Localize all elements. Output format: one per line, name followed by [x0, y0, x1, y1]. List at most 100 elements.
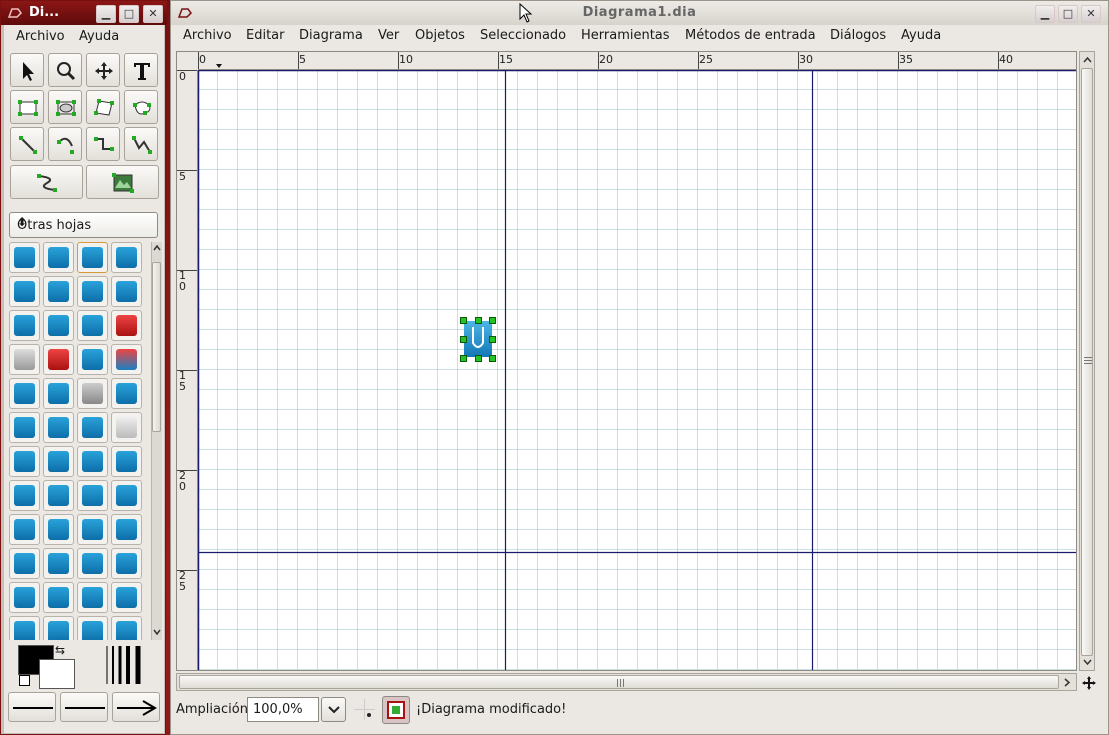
selection-handle[interactable]	[460, 317, 467, 324]
selected-network-shape[interactable]	[464, 321, 492, 357]
arc-tool[interactable]	[48, 127, 82, 161]
menu-dialogos[interactable]: Diálogos	[830, 28, 886, 43]
selection-handle[interactable]	[475, 355, 482, 362]
shape-button[interactable]	[43, 242, 74, 273]
diagram-titlebar[interactable]: Diagrama1.dia ▁ □ ✕	[171, 1, 1108, 25]
menu-editar[interactable]: Editar	[246, 28, 285, 43]
shape-button[interactable]	[9, 344, 40, 375]
shape-button[interactable]	[43, 378, 74, 409]
snap-to-objects-toggle[interactable]	[382, 696, 410, 724]
shape-button[interactable]	[43, 446, 74, 477]
shape-button[interactable]	[43, 412, 74, 443]
chevron-down-icon[interactable]	[1083, 658, 1092, 666]
shape-button[interactable]	[77, 310, 108, 341]
shape-button[interactable]	[9, 310, 40, 341]
shape-button[interactable]	[43, 582, 74, 613]
menu-ver[interactable]: Ver	[378, 28, 399, 43]
shape-button[interactable]	[9, 480, 40, 511]
shape-button[interactable]	[77, 412, 108, 443]
snap-to-grid-toggle[interactable]	[352, 697, 377, 722]
shape-button[interactable]	[77, 378, 108, 409]
shape-button[interactable]	[43, 276, 74, 307]
sheet-selector[interactable]: Otras hojas ⬍	[9, 212, 158, 238]
menu-seleccionado[interactable]: Seleccionado	[480, 28, 566, 43]
menu-archivo[interactable]: Archivo	[183, 28, 232, 43]
image-tool[interactable]	[86, 165, 159, 199]
shape-button[interactable]	[77, 344, 108, 375]
menu-herramientas[interactable]: Herramientas	[581, 28, 670, 43]
line-style-button[interactable]	[60, 692, 108, 722]
toolbox-titlebar[interactable]: Di... ▁ □ ✕	[1, 1, 167, 25]
close-button[interactable]: ✕	[143, 5, 163, 23]
pointer-tool[interactable]	[10, 53, 44, 87]
start-arrow-button[interactable]	[8, 692, 56, 722]
selection-handle[interactable]	[489, 336, 496, 343]
shape-button[interactable]	[9, 548, 40, 579]
swap-colors-icon[interactable]: ⇆	[55, 643, 65, 657]
ellipse-tool[interactable]	[48, 90, 82, 124]
shape-button[interactable]	[9, 616, 40, 640]
shape-button[interactable]	[111, 616, 142, 640]
menu-ayuda[interactable]: Ayuda	[901, 28, 941, 43]
selection-handle[interactable]	[460, 336, 467, 343]
shape-button[interactable]	[9, 446, 40, 477]
shape-button[interactable]	[77, 242, 108, 273]
menu-ayuda[interactable]: Ayuda	[79, 29, 119, 44]
shape-button[interactable]	[43, 616, 74, 640]
reset-colors-icon[interactable]	[19, 675, 30, 686]
shape-button[interactable]	[9, 412, 40, 443]
diagram-canvas[interactable]	[198, 70, 1076, 670]
shape-button[interactable]	[111, 242, 142, 273]
zoom-input[interactable]: 100,0%	[247, 697, 319, 722]
box-tool[interactable]	[10, 90, 44, 124]
selection-handle[interactable]	[489, 317, 496, 324]
shape-button[interactable]	[43, 548, 74, 579]
shape-button[interactable]	[43, 344, 74, 375]
shape-button[interactable]	[77, 276, 108, 307]
close-button[interactable]: ✕	[1081, 5, 1101, 23]
scroll-tool[interactable]	[86, 53, 120, 87]
text-tool[interactable]	[124, 53, 158, 87]
shape-button[interactable]	[9, 276, 40, 307]
chevron-right-icon[interactable]	[1063, 678, 1071, 687]
shape-button[interactable]	[77, 548, 108, 579]
horizontal-scroll-thumb[interactable]	[179, 675, 1059, 689]
maximize-button[interactable]: □	[1058, 5, 1078, 23]
shape-button[interactable]	[111, 378, 142, 409]
shape-button[interactable]	[9, 242, 40, 273]
shape-button[interactable]	[111, 310, 142, 341]
shape-button[interactable]	[111, 344, 142, 375]
shape-button[interactable]	[111, 514, 142, 545]
zoom-tool[interactable]	[48, 53, 82, 87]
beziergon-tool[interactable]	[124, 90, 158, 124]
menu-archivo[interactable]: Archivo	[16, 29, 65, 44]
line-tool[interactable]	[10, 127, 44, 161]
shape-button[interactable]	[43, 514, 74, 545]
vertical-scroll-thumb[interactable]	[1081, 68, 1093, 656]
shape-button[interactable]	[77, 446, 108, 477]
shape-button[interactable]	[111, 412, 142, 443]
line-width-selector[interactable]	[104, 644, 144, 686]
polygon-tool[interactable]	[86, 90, 120, 124]
selection-handle[interactable]	[460, 355, 467, 362]
shape-button[interactable]	[9, 378, 40, 409]
shape-button[interactable]	[77, 480, 108, 511]
chevron-up-icon[interactable]	[1083, 56, 1092, 64]
background-color-swatch[interactable]	[39, 659, 75, 689]
minimize-button[interactable]: ▁	[96, 5, 116, 23]
shape-palette-scroll-thumb[interactable]	[152, 262, 161, 432]
menu-diagrama[interactable]: Diagrama	[299, 28, 363, 43]
shape-button[interactable]	[43, 480, 74, 511]
selection-handle[interactable]	[489, 355, 496, 362]
shape-button[interactable]	[111, 276, 142, 307]
bezierline-tool[interactable]	[10, 165, 83, 199]
selection-handle[interactable]	[475, 317, 482, 324]
shape-button[interactable]	[111, 480, 142, 511]
vertical-scrollbar[interactable]	[1079, 51, 1095, 671]
polyline-tool[interactable]	[124, 127, 158, 161]
shape-button[interactable]	[9, 514, 40, 545]
shape-button[interactable]	[111, 548, 142, 579]
zoom-dropdown-button[interactable]	[321, 697, 346, 722]
shape-button[interactable]	[77, 616, 108, 640]
zigzag-tool[interactable]	[86, 127, 120, 161]
